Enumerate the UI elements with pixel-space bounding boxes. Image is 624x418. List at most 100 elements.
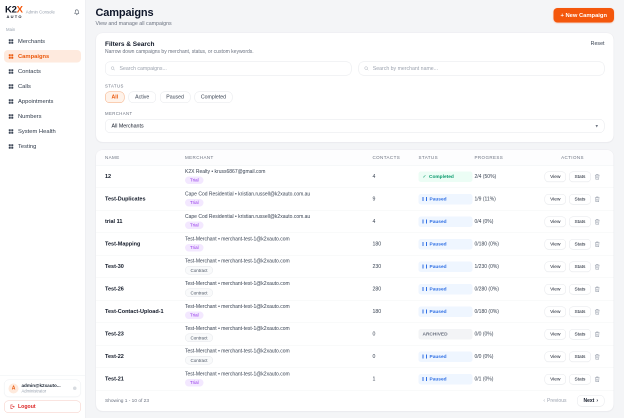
next-label: Next: [583, 398, 595, 404]
status-cell: Paused: [418, 193, 475, 205]
view-button[interactable]: View: [544, 283, 566, 295]
status-label: ARCHIVED: [422, 331, 448, 337]
search-row: [105, 61, 605, 76]
sidebar-item-label: Contacts: [18, 68, 41, 75]
sidebar-header: K2X AUTO Admin Console: [0, 0, 85, 22]
stats-button[interactable]: Stats: [568, 373, 591, 385]
page-header: Campaigns View and manage all campaigns …: [96, 6, 614, 27]
row-actions: View Stats: [541, 238, 605, 250]
trash-icon[interactable]: [594, 331, 601, 338]
plan-badge: Trial: [185, 221, 204, 229]
row-actions: View Stats: [541, 216, 605, 227]
sidebar-item-calls[interactable]: Calls: [4, 80, 81, 93]
sidebar-item-testing[interactable]: Testing: [4, 140, 81, 153]
merchant-select-value: All Merchants: [111, 123, 144, 129]
row-actions: View Stats: [541, 283, 605, 295]
view-button[interactable]: View: [544, 306, 566, 317]
trash-icon[interactable]: [594, 353, 601, 360]
status-chip-all[interactable]: All: [105, 91, 125, 103]
previous-label: Previous: [547, 398, 567, 404]
view-button[interactable]: View: [544, 261, 566, 272]
sidebar-item-merchants[interactable]: Merchants: [4, 35, 81, 48]
new-campaign-button[interactable]: + New Campaign: [553, 8, 614, 23]
logout-button[interactable]: Logout: [4, 400, 81, 413]
search-icon: [364, 66, 369, 71]
campaign-search-input[interactable]: [118, 65, 346, 72]
stats-button[interactable]: Stats: [568, 171, 591, 182]
status-chip-active[interactable]: Active: [128, 91, 156, 103]
stats-button[interactable]: Stats: [568, 328, 591, 340]
stats-button[interactable]: Stats: [568, 283, 591, 295]
stats-button[interactable]: Stats: [568, 216, 591, 227]
view-button[interactable]: View: [544, 351, 566, 362]
progress-text: 0/0 (0%): [474, 353, 494, 360]
status-badge: Paused: [418, 351, 473, 362]
progress-text: 0/1 (0%): [474, 376, 494, 382]
view-button[interactable]: View: [544, 328, 566, 340]
view-button[interactable]: View: [544, 171, 566, 182]
view-button[interactable]: View: [544, 193, 566, 205]
trash-icon[interactable]: [594, 376, 601, 383]
contacts-count: 180: [372, 308, 382, 315]
status-filter-label: STATUS: [105, 83, 124, 89]
user-card[interactable]: A admin@k2xauto... Administrator: [4, 379, 81, 397]
sidebar-item-system-health[interactable]: System Health: [4, 125, 81, 138]
reset-link[interactable]: Reset: [591, 41, 605, 47]
trash-icon[interactable]: [594, 173, 601, 180]
status-chip-completed[interactable]: Completed: [194, 91, 233, 103]
next-page-button[interactable]: Next ›: [576, 395, 605, 407]
bell-icon[interactable]: [74, 9, 81, 16]
contacts-count: 280: [372, 286, 382, 292]
merchant-select[interactable]: All Merchants ▾: [105, 119, 605, 133]
table-row: Test-Duplicates Cape Cod Residential • k…: [96, 188, 614, 211]
view-button[interactable]: View: [544, 373, 566, 385]
campaign-name: 12: [105, 173, 112, 180]
logout-label: Logout: [18, 404, 36, 410]
trash-icon[interactable]: [594, 263, 601, 270]
status-badge: Paused: [418, 261, 473, 272]
trash-icon[interactable]: [594, 308, 601, 315]
previous-page-button[interactable]: ‹ Previous: [537, 395, 573, 407]
contacts-count: 4: [372, 173, 376, 180]
grid-icon: [8, 39, 14, 44]
status-cell: Paused: [418, 351, 475, 362]
merchant-cell: Test-Merchant • merchant-test-1@k2xauto.…: [185, 259, 373, 275]
trash-icon[interactable]: [594, 286, 601, 293]
sidebar-item-appointments[interactable]: Appointments: [4, 95, 81, 108]
stats-button[interactable]: Stats: [568, 238, 591, 250]
stats-button[interactable]: Stats: [568, 261, 591, 272]
merchant-search-input[interactable]: [371, 65, 599, 72]
status-chip-paused[interactable]: Paused: [159, 91, 191, 103]
stats-button[interactable]: Stats: [568, 193, 591, 205]
sidebar-item-numbers[interactable]: Numbers: [4, 110, 81, 123]
stats-button[interactable]: Stats: [568, 351, 591, 362]
search-icon: [111, 66, 115, 71]
contacts-count: 1: [372, 376, 376, 382]
sidebar: K2X AUTO Admin Console Main Merchants Ca…: [0, 0, 86, 418]
status-icon: ✓: [422, 173, 427, 180]
trash-icon[interactable]: [594, 196, 601, 203]
row-actions: View Stats: [541, 193, 605, 205]
status-icon: [422, 242, 427, 246]
status-label: Paused: [429, 241, 447, 247]
sidebar-item-contacts[interactable]: Contacts: [4, 65, 81, 78]
row-actions: View Stats: [541, 373, 605, 385]
merchant-text: Test-Merchant • merchant-test-1@k2xauto.…: [185, 303, 290, 310]
trash-icon[interactable]: [594, 218, 601, 225]
trash-icon[interactable]: [594, 241, 601, 248]
stats-button[interactable]: Stats: [568, 306, 591, 317]
sidebar-item-campaigns[interactable]: Campaigns: [4, 50, 81, 63]
logout-icon: [10, 404, 15, 409]
contacts-count: 230: [372, 263, 382, 270]
view-button[interactable]: View: [544, 238, 566, 250]
view-button[interactable]: View: [544, 216, 566, 227]
plan-badge: Contract: [185, 356, 214, 365]
sidebar-section-label: Main: [6, 27, 16, 32]
campaign-name: Test-22: [105, 353, 124, 360]
status-dot-icon: [73, 386, 77, 390]
campaign-name: Test-30: [105, 263, 124, 270]
campaign-name: Test-Contact-Upload-1: [105, 308, 164, 315]
campaign-search-box: [105, 61, 352, 76]
column-progress: PROGRESS: [474, 155, 504, 160]
table-footer: Showing 1 - 10 of 23 ‹ Previous Next ›: [96, 391, 614, 412]
